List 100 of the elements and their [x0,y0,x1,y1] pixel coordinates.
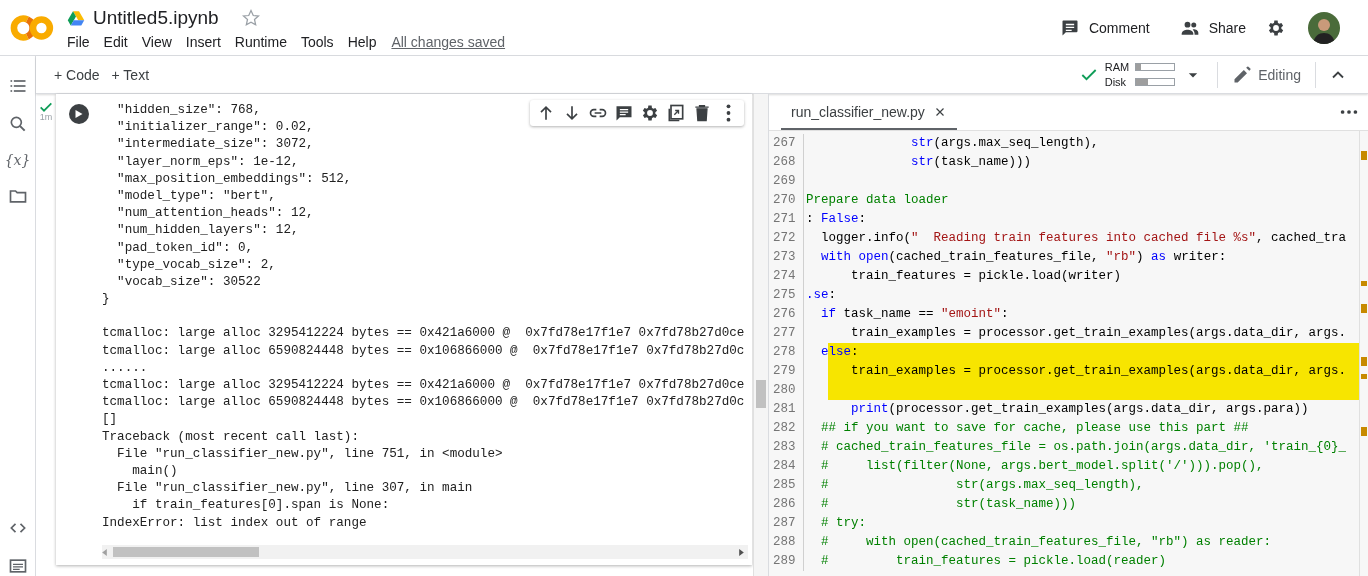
line-number: 285 [772,477,797,494]
line-number: 282 [772,420,797,437]
output-line: } [102,291,110,309]
code-line: : False: [803,210,1359,229]
output-line: "layer_norm_eps": 1e-12, [116,153,299,171]
code-line: # cached_train_features_file = os.path.join(args.data_dir, 'train_{0}_ [803,438,1359,457]
avatar[interactable] [1308,11,1340,44]
code-line: if task_name == "emoint": [803,305,1359,324]
editing-mode-button[interactable]: Editing [1218,64,1315,85]
line-number: 270 [772,192,797,209]
settings-button[interactable] [640,103,660,123]
execution-time: 1m [39,112,53,122]
code-line: # try: [803,514,1359,533]
code-line: train_features = pickle.load(writer) [803,267,1359,286]
run-button[interactable] [69,104,89,124]
output-line: "num_hidden_layers": 12, [116,222,299,240]
code-line: Prepare data loader [803,191,1359,210]
menu-item[interactable]: Edit [96,33,135,50]
menu-item[interactable]: Help [340,33,384,50]
line-number: 284 [772,458,797,475]
code-line: logger.info(" Reading train features into cached file %s", cached_tra [803,229,1359,248]
pencil-icon [1232,64,1253,85]
line-number: 287 [772,515,797,532]
line-number: 283 [772,439,797,456]
menu-item[interactable]: File [67,33,97,50]
line-number: 286 [772,496,797,513]
output-line: tcmalloc: large alloc 6590824448 bytes == 0x106866000 @ 0x7fd78e17f1e7 0x7fd78b27d0c [102,342,745,360]
output-line: "max_position_embeddings": 512, [116,170,352,188]
output-line: Traceback (most recent call last): [102,428,359,446]
output-line: ...... [102,359,148,377]
line-number: 277 [772,325,797,342]
output-line: "num_attention_heads": 12, [116,205,314,223]
output-line: "type_vocab_size": 2, [116,256,276,274]
horizontal-scrollbar[interactable] [102,545,748,559]
output-line: [] [102,411,118,429]
output-line: tcmalloc: large alloc 3295412224 bytes == 0x421a6000 @ 0x7fd78e17f1e7 0x7fd78b27d0ce [102,325,745,343]
terminal-icon[interactable] [7,556,28,576]
meter-label: Disk [1104,75,1128,89]
code-line: # str(task_name))) [803,495,1359,514]
code-line: # list(filter(None, args.bert_model.split('/'))).pop(), [803,457,1359,476]
menu-item[interactable]: Tools [293,33,341,50]
output-line: File "run_classifier_new.py", line 751, in <module> [116,445,503,463]
output-line: IndexError: list index out of range [102,514,367,532]
line-number: 274 [772,268,797,285]
output-line: "initializer_range": 0.02, [116,119,314,137]
menu-item[interactable]: View [134,33,179,50]
code-line: ## if you want to save for cache, please use this part ## [803,419,1359,438]
drive-icon[interactable] [67,8,85,27]
output-line: "model_type": "bert", [116,187,276,205]
line-number: 288 [772,534,797,551]
usage-meter [1135,78,1176,86]
output-line: tcmalloc: large alloc 3295412224 bytes == 0x421a6000 @ 0x7fd78e17f1e7 0x7fd78b27d0ce [102,377,745,394]
colab-logo-icon[interactable] [10,12,56,43]
line-number: 273 [772,249,797,266]
vertical-scrollbar[interactable] [753,94,768,576]
delete-icon [692,103,712,123]
line-number: 268 [772,154,797,171]
code-line: train_examples = processor.get_train_examples(args.data_dir, args. [803,324,1359,343]
code-line: # str(args.max_seq_length), [803,476,1359,495]
output-line: "hidden_size": 768, [116,102,261,119]
star-icon[interactable] [240,7,261,28]
comment-button[interactable] [614,103,634,123]
code-line: .se: [803,286,1359,305]
delete-button[interactable] [692,103,712,123]
comment-icon [614,103,634,123]
output-line: File "run_classifier_new.py", line 307, in main [116,480,473,498]
share-button[interactable]: Share [1169,11,1256,44]
code-line: str(args.max_seq_length), [803,134,1359,153]
code-line: # train_features = pickle.load(reader) [803,552,1359,571]
line-number: 289 [772,553,797,570]
line-number: 271 [772,211,797,228]
line-number: 267 [772,135,797,152]
menu-item[interactable]: Insert [178,33,228,50]
resources-indicator[interactable]: RAM Disk [1070,60,1184,89]
comment-button[interactable]: Comment [1049,11,1160,44]
more-icon[interactable] [1340,110,1358,114]
output-line: "vocab_size": 30522 [116,273,261,291]
code-line: # with open(cached_train_features_file, "rb") as reader: [803,533,1359,552]
line-number: 278 [772,344,797,361]
line-number: 275 [772,287,797,304]
notebook-title[interactable]: Untitled5.ipynb [93,6,219,29]
save-status-link[interactable]: All changes saved [391,33,506,50]
mirror-cell-button[interactable] [666,103,686,123]
mirror-cell-icon [666,103,686,123]
output-line: "intermediate_size": 3072, [116,136,314,154]
meter-label: RAM [1104,60,1130,74]
menu-item[interactable]: Runtime [227,33,294,50]
line-number: 281 [772,401,797,418]
code-line: with open(cached_train_features_file, "rb") as writer: [803,248,1359,267]
code-line: print(processor.get_train_examples(args.data_dir, args.para)) [803,400,1359,419]
add-cell-button[interactable]: + Code [48,62,106,87]
line-number: 272 [772,230,797,247]
code-line: str(task_name))) [803,153,1359,172]
output-line: if train_features[0].span is None: [131,497,390,515]
usage-meter [1135,63,1176,71]
scroll-right-icon[interactable] [739,548,744,556]
variables-icon[interactable]: {x} [4,152,31,168]
more-icon [725,104,731,122]
output-line: tcmalloc: large alloc 6590824448 bytes == 0x106866000 @ 0x7fd78e17f1e7 0x7fd78b27d0c [102,394,745,412]
add-cell-button[interactable]: + Text [105,62,156,87]
